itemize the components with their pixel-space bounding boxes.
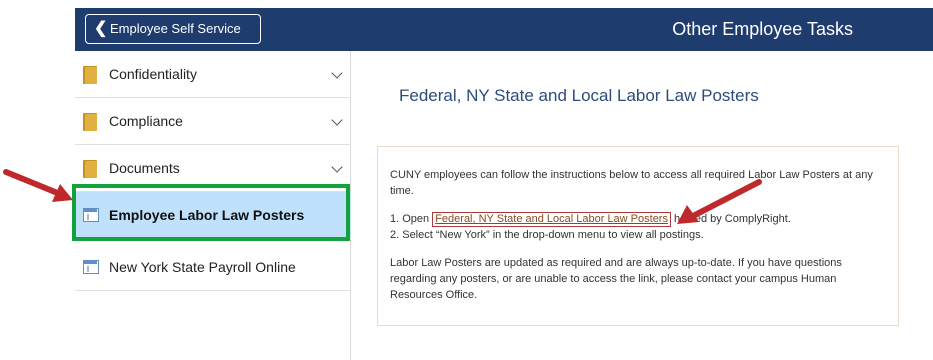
sidebar-item-documents[interactable]: Documents: [75, 145, 351, 192]
step-two: 2. Select “New York” in the drop-down me…: [390, 229, 704, 241]
sidebar-item-label: Confidentiality: [109, 66, 197, 82]
chevron-down-icon[interactable]: [331, 161, 343, 173]
page-icon: [83, 208, 99, 222]
header-bar: ❮ Employee Self Service Other Employee T…: [75, 8, 933, 51]
arrow-to-sidebar-icon: [3, 169, 73, 202]
folder-icon: [83, 66, 97, 84]
folder-icon: [83, 160, 97, 178]
step-one-suffix: hosted by ComplyRight.: [670, 213, 791, 225]
page-title: Other Employee Tasks: [672, 19, 853, 39]
sidebar-item-label: Employee Labor Law Posters: [109, 207, 305, 223]
labor-law-posters-link[interactable]: Federal, NY State and Local Labor Law Po…: [435, 213, 668, 225]
folder-icon: [83, 113, 97, 131]
back-button[interactable]: ❮ Employee Self Service: [85, 14, 261, 44]
sidebar-item-label: Compliance: [109, 113, 183, 129]
sidebar-item-label: New York State Payroll Online: [109, 259, 296, 275]
sidebar-item-confidentiality[interactable]: Confidentiality: [75, 51, 351, 98]
sidebar-item-compliance[interactable]: Compliance: [75, 98, 351, 145]
intro-text: CUNY employees can follow the instructio…: [390, 169, 873, 197]
sidebar-item-label: Documents: [109, 160, 180, 176]
sidebar: Confidentiality Compliance Documents Emp…: [75, 51, 351, 360]
content-title: Federal, NY State and Local Labor Law Po…: [399, 86, 759, 105]
back-button-label: Employee Self Service: [110, 21, 241, 36]
labor-law-posters-link-box: Federal, NY State and Local Labor Law Po…: [432, 212, 671, 227]
page-icon: [83, 260, 99, 274]
step-one-prefix: 1. Open: [390, 213, 433, 225]
chevron-down-icon[interactable]: [331, 114, 343, 126]
chevron-down-icon[interactable]: [331, 67, 343, 79]
info-panel: CUNY employees can follow the instructio…: [377, 146, 899, 326]
sidebar-item-new-york-state-payroll-online[interactable]: New York State Payroll Online: [75, 244, 351, 291]
step-one: 1. Open Federal, NY State and Local Labo…: [390, 211, 888, 227]
footer-text: Labor Law Posters are updated as require…: [390, 257, 842, 301]
chevron-left-icon: ❮: [94, 20, 108, 37]
sidebar-item-employee-labor-law-posters[interactable]: Employee Labor Law Posters: [75, 192, 351, 239]
